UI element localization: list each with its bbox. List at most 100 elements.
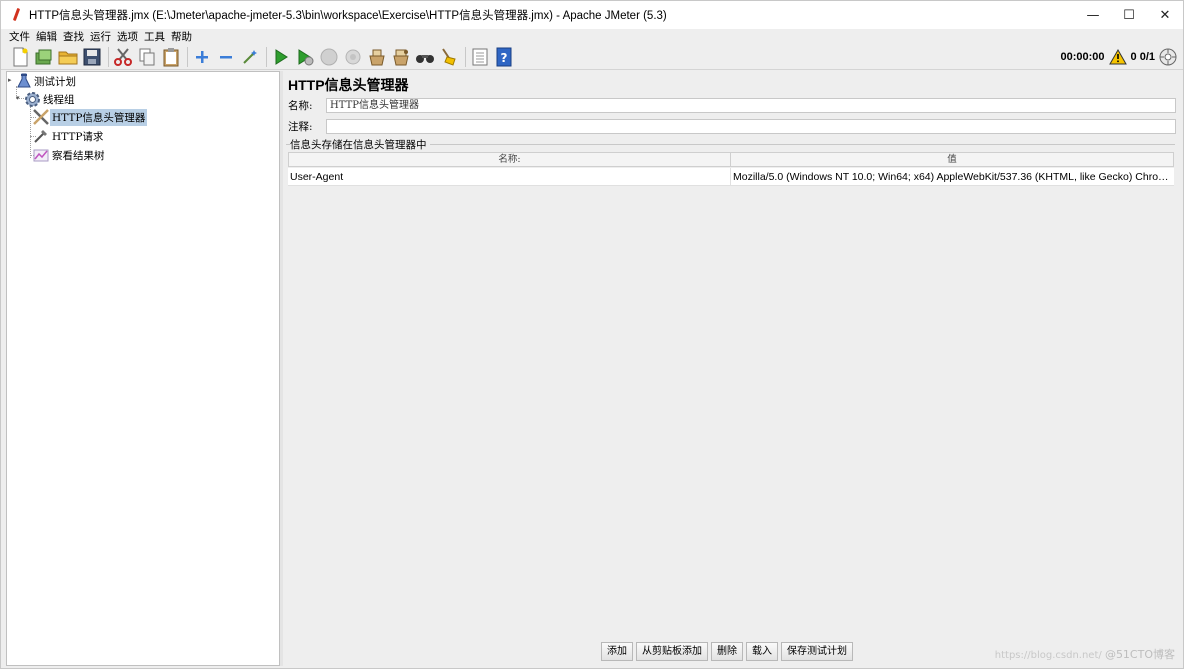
watermark-brand: @51CTO博客 (1104, 648, 1175, 661)
clear-all-button[interactable] (390, 46, 412, 68)
toggle-button[interactable] (239, 46, 261, 68)
thread-group-gear-icon (25, 91, 40, 107)
play-icon (275, 48, 288, 65)
comment-input[interactable] (326, 118, 1176, 134)
test-plan-flask-icon (17, 73, 31, 88)
sampler-pipette-icon (34, 130, 47, 143)
column-header-value[interactable]: 值 (731, 153, 1173, 166)
minimize-button[interactable]: — (1075, 1, 1111, 29)
scissors-icon (114, 47, 132, 66)
window-controls: — ☐ ✕ (1075, 1, 1183, 29)
jmeter-feather-icon (9, 8, 23, 22)
clipboard-icon (163, 47, 179, 66)
test-plan-tree: ▸ ▾ 测试计划 线程组 HTTP信息头管理器 HTTP请求 察看结果树 (6, 71, 280, 666)
templates-icon (35, 49, 52, 64)
binoculars-icon (416, 54, 434, 63)
table-actions: 添加 从剪贴板添加 删除 载入 保存测试计划 (601, 642, 856, 661)
table-body: User-Agent Mozilla/5.0 (Windows NT 10.0;… (288, 167, 1174, 641)
start-no-pauses-button[interactable] (294, 46, 316, 68)
close-button[interactable]: ✕ (1147, 1, 1183, 29)
collapse-button[interactable] (215, 46, 237, 68)
menu-edit[interactable]: 编辑 (36, 29, 57, 44)
stop-button[interactable] (318, 46, 340, 68)
toolbar-separator (465, 46, 466, 67)
listener-graph-icon (33, 149, 49, 162)
tree-node-header-manager[interactable]: HTTP信息头管理器 (32, 108, 148, 126)
open-button[interactable] (57, 46, 79, 68)
expand-toggle-icon[interactable]: ▸ (8, 76, 12, 84)
name-row: 名称: HTTP信息头管理器 (288, 97, 1181, 113)
menu-tools[interactable]: 工具 (144, 29, 165, 44)
new-file-icon (13, 47, 28, 66)
play-no-timers-icon (298, 48, 314, 65)
name-input[interactable]: HTTP信息头管理器 (326, 97, 1176, 113)
search-button[interactable] (414, 46, 436, 68)
save-test-plan-button[interactable]: 保存测试计划 (781, 642, 853, 661)
shutdown-icon (345, 49, 361, 64)
tree-node-http-request[interactable]: HTTP请求 (32, 127, 105, 145)
column-header-name[interactable]: 名称: (289, 153, 731, 166)
menu-options[interactable]: 选项 (117, 29, 138, 44)
jmeter-window: HTTP信息头管理器.jmx (E:\Jmeter\apache-jmeter-… (0, 0, 1184, 669)
thread-counts: 0 0/1 (1130, 51, 1155, 63)
tree-node-label: HTTP信息头管理器 (50, 108, 148, 126)
expand-toggle-icon[interactable]: ▾ (16, 94, 20, 102)
cut-button[interactable] (112, 46, 134, 68)
watermark: https://blog.csdn.net/ @51CTO博客 (995, 646, 1175, 662)
header-value-cell[interactable]: Mozilla/5.0 (Windows NT 10.0; Win64; x64… (731, 168, 1174, 185)
toolbar-separator (108, 46, 109, 67)
tree-node-label: 测试计划 (34, 75, 76, 88)
remote-status-icon (1159, 48, 1177, 66)
shutdown-button[interactable] (342, 46, 364, 68)
save-button[interactable] (81, 46, 103, 68)
minus-icon (220, 55, 232, 58)
tree-node-label: 线程组 (43, 93, 75, 106)
expand-button[interactable] (191, 46, 213, 68)
copy-button[interactable] (136, 46, 158, 68)
table-row[interactable]: User-Agent Mozilla/5.0 (Windows NT 10.0;… (288, 168, 1174, 186)
toggle-wand-icon (243, 49, 257, 64)
menu-file[interactable]: 文件 (9, 29, 30, 44)
tree-node-test-plan[interactable]: 测试计划 (16, 72, 78, 90)
tree-node-label: HTTP请求 (52, 130, 104, 143)
warning-icon[interactable] (1108, 49, 1127, 65)
clear-button[interactable] (366, 46, 388, 68)
add-button[interactable]: 添加 (601, 642, 633, 661)
menu-search[interactable]: 查找 (63, 29, 84, 44)
elapsed-timer: 00:00:00 (1060, 51, 1105, 63)
header-name-cell[interactable]: User-Agent (288, 168, 731, 185)
headers-table: 名称: 值 User-Agent Mozilla/5.0 (Windows NT… (288, 152, 1174, 641)
new-button[interactable] (9, 46, 31, 68)
menu-run[interactable]: 运行 (90, 29, 111, 44)
tree-node-label: 察看结果树 (52, 149, 105, 162)
reset-search-button[interactable] (438, 46, 460, 68)
comment-row: 注释: (288, 118, 1181, 134)
delete-button[interactable]: 删除 (711, 642, 743, 661)
broom-icon (442, 47, 456, 66)
watermark-url: https://blog.csdn.net/ (994, 650, 1102, 661)
paste-button[interactable] (160, 46, 182, 68)
page-title: HTTP信息头管理器 (288, 77, 409, 93)
comment-label: 注释: (288, 120, 313, 133)
clear-all-icon (393, 49, 409, 65)
headers-group-title: 信息头存储在信息头管理器中 (290, 137, 430, 152)
toolbar-status: 00:00:00 0 0/1 (1060, 46, 1177, 68)
svg-text:?: ? (501, 51, 508, 65)
toolbar-separator (266, 46, 267, 67)
open-folder-icon (58, 51, 78, 64)
add-from-clipboard-button[interactable]: 从剪贴板添加 (636, 642, 708, 661)
header-manager-editor: HTTP信息头管理器 名称: HTTP信息头管理器 注释: 信息头存储在信息头管… (283, 71, 1181, 666)
start-button[interactable] (270, 46, 292, 68)
function-helper-button[interactable] (469, 46, 491, 68)
load-button[interactable]: 载入 (746, 642, 778, 661)
tree-node-thread-group[interactable]: 线程组 (24, 90, 77, 108)
plus-icon (196, 50, 208, 63)
tree-node-results-tree[interactable]: 察看结果树 (32, 146, 107, 164)
name-label: 名称: (288, 99, 313, 112)
maximize-button[interactable]: ☐ (1111, 1, 1147, 29)
title-bar: HTTP信息头管理器.jmx (E:\Jmeter\apache-jmeter-… (1, 1, 1183, 29)
help-button[interactable]: ? (493, 46, 515, 68)
menu-help[interactable]: 帮助 (171, 29, 192, 44)
menu-bar: 文件 编辑 查找 运行 选项 工具 帮助 (1, 29, 1183, 43)
templates-button[interactable] (33, 46, 55, 68)
